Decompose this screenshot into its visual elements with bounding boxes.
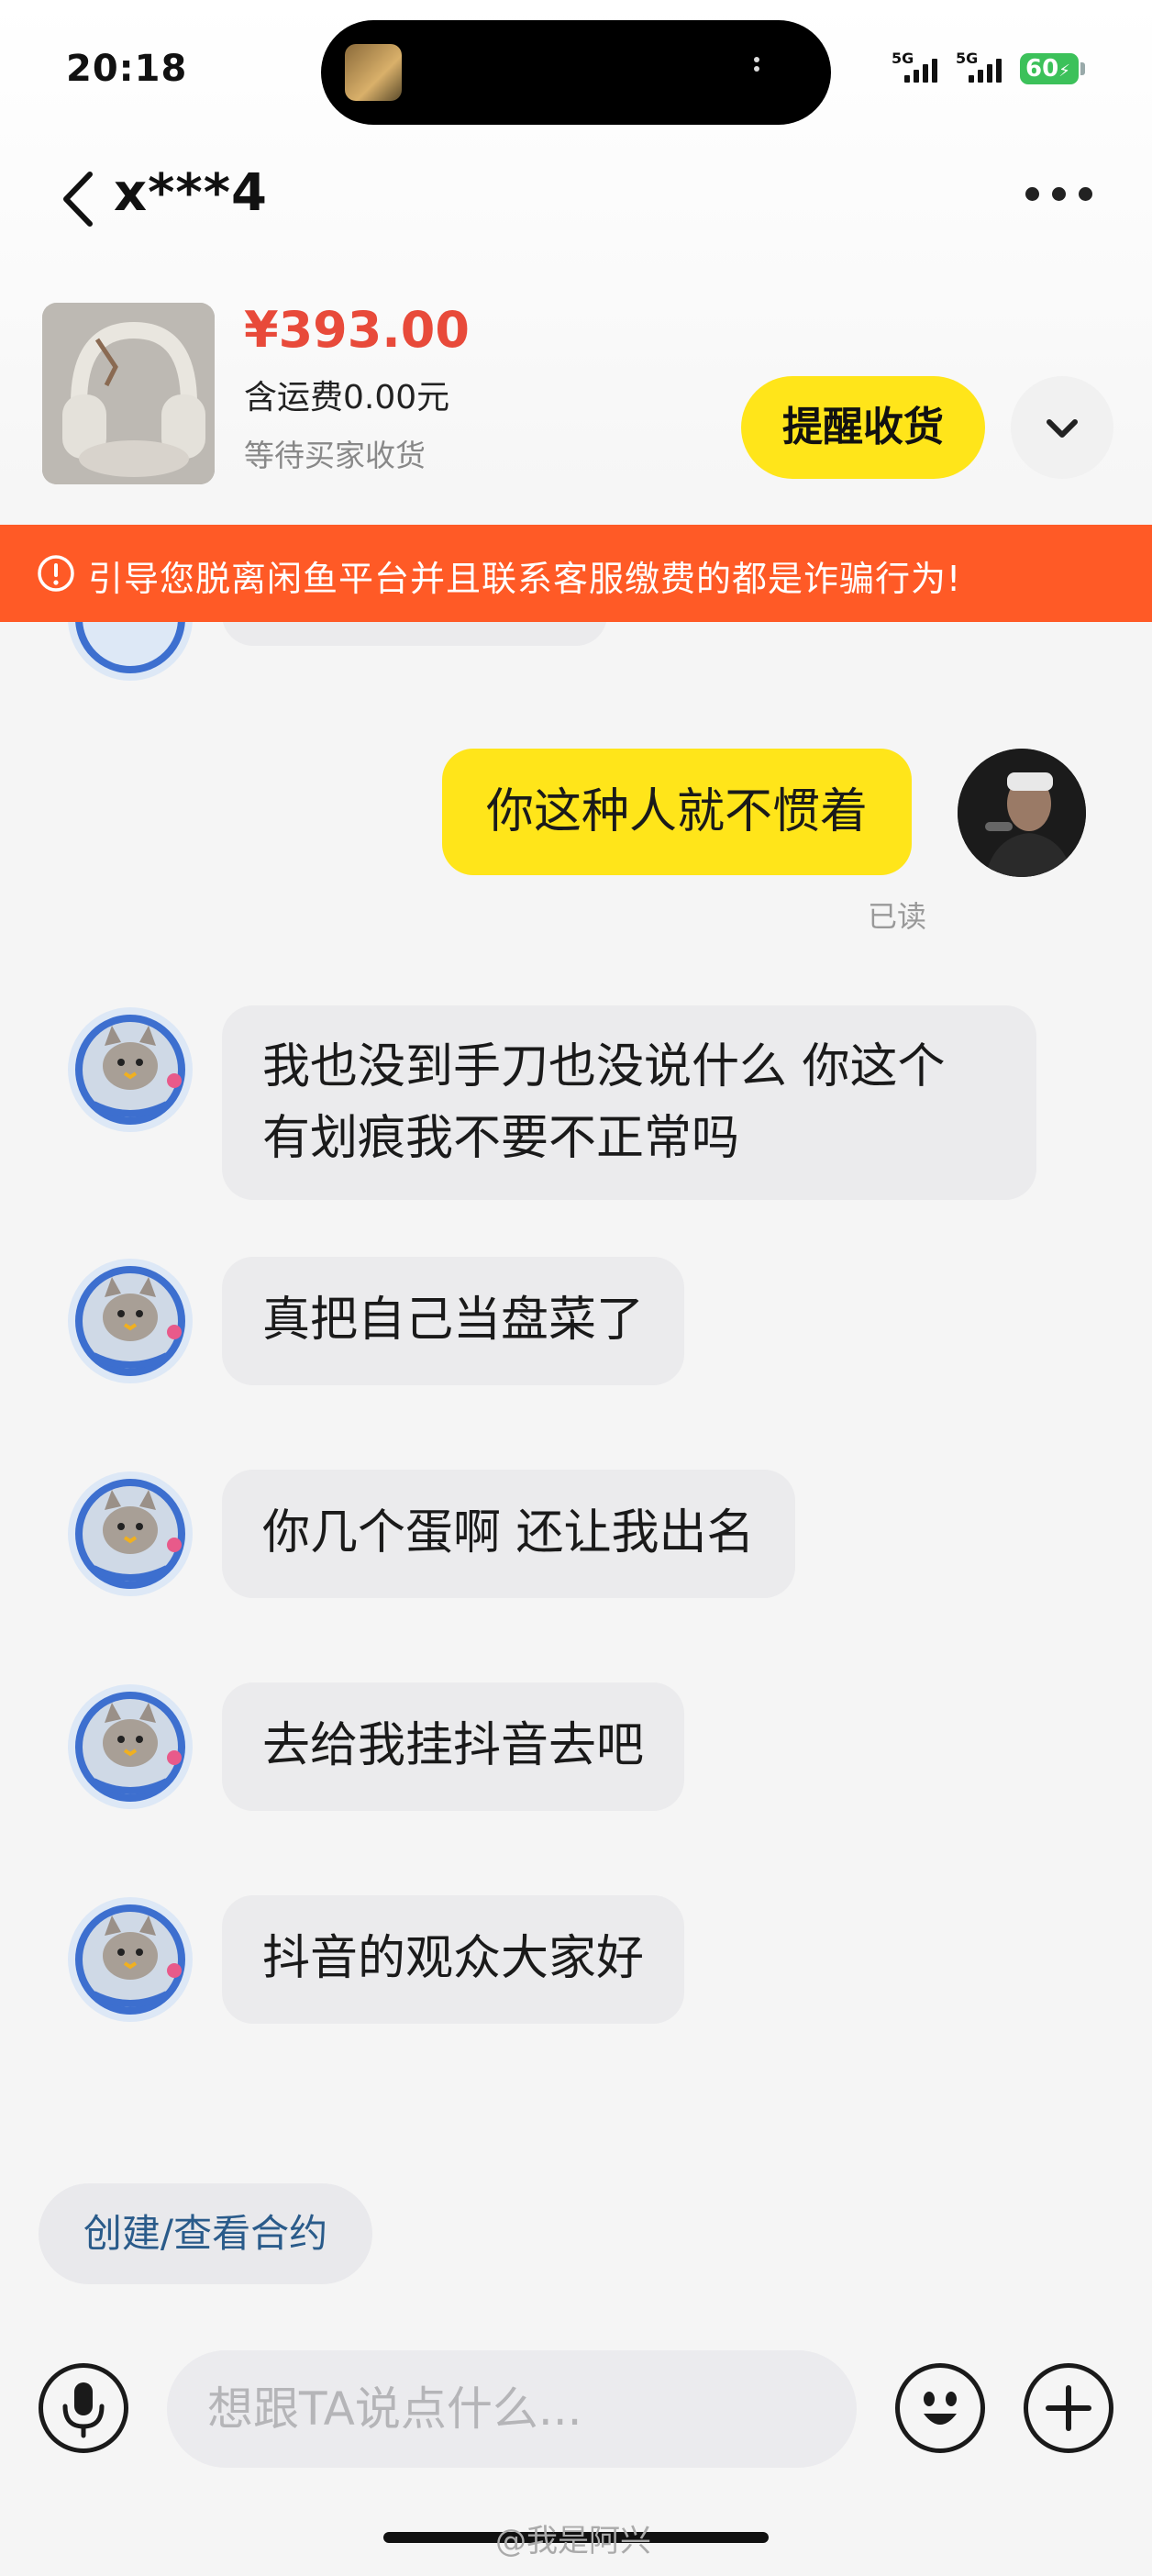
message-input[interactable] (167, 2350, 857, 2468)
message-bubble-in[interactable]: 真把自己当盘菜了 (222, 1257, 685, 1385)
warning-text: 引导您脱离闲鱼平台并且联系客服缴费的都是诈骗行为! (88, 559, 962, 599)
read-status: 已读 (868, 899, 927, 934)
expand-button[interactable] (1011, 376, 1113, 479)
shipping-fee: 含运费0.00元 (244, 379, 450, 416)
chevron-left-icon[interactable] (53, 167, 108, 231)
order-status: 等待买家收货 (244, 438, 426, 473)
more-dots-icon[interactable] (1025, 187, 1099, 215)
product-price: ¥393.00 (244, 301, 470, 359)
status-time: 20:18 (66, 48, 188, 90)
contract-button[interactable]: 创建/查看合约 (39, 2183, 372, 2284)
watermark: @我是阿兴 (495, 2523, 651, 2559)
media-thumbnail (345, 44, 402, 101)
message-bubble-in[interactable]: 我也没到手刀也没说什么 你这个 有划痕我不要不正常吗 (222, 1005, 1036, 1200)
contact-avatar[interactable] (66, 622, 194, 683)
battery-level: 60 (1025, 55, 1059, 83)
battery-tip (1080, 62, 1085, 75)
fraud-warning-banner: 引导您脱离闲鱼平台并且联系客服缴费的都是诈骗行为! (0, 525, 1152, 622)
message-bubble-in[interactable]: 你几个蛋啊 还让我出名 (222, 1470, 795, 1598)
dynamic-island (321, 20, 831, 125)
message-bubble-out[interactable]: 你这种人就不惯着 (442, 749, 913, 875)
partial-message-bubble (222, 622, 607, 646)
remind-receipt-button[interactable]: 提醒收货 (741, 376, 985, 479)
microphone-icon[interactable] (39, 2363, 128, 2453)
product-thumbnail[interactable] (42, 303, 215, 484)
contact-avatar[interactable] (66, 1005, 194, 1134)
product-card[interactable]: ¥393.00 含运费0.00元 等待买家收货 提醒收货 (0, 294, 1152, 523)
status-bar: 20:18 5G 5G 60⚡ (0, 0, 1152, 138)
user-avatar[interactable] (958, 749, 1086, 877)
battery-indicator: 60⚡ (1020, 53, 1079, 84)
chevron-down-icon (1047, 419, 1078, 438)
contact-avatar[interactable] (66, 1257, 194, 1385)
message-list[interactable]: 你这种人就不惯着 已读 我也没到手刀也没说什么 你这个 有划痕我不要不正常吗 真… (0, 622, 1152, 2053)
alert-circle-icon (38, 555, 74, 592)
emoji-icon[interactable] (895, 2363, 985, 2453)
audio-indicator-icon (752, 53, 761, 90)
chat-screen: 20:18 5G 5G 60⚡ x***4 ¥393.00 含运费0.00元 等… (0, 0, 1152, 2576)
signal-2: 5G (956, 50, 1011, 86)
chat-header: x***4 (0, 147, 1152, 248)
contact-avatar[interactable] (66, 1895, 194, 2024)
contact-avatar[interactable] (66, 1470, 194, 1598)
plus-icon[interactable] (1024, 2363, 1113, 2453)
chat-title: x***4 (114, 163, 268, 223)
signal-bars-icon (904, 55, 937, 83)
message-bubble-in[interactable]: 去给我挂抖音去吧 (222, 1682, 685, 1811)
contact-avatar[interactable] (66, 1682, 194, 1811)
signal-bars-icon (969, 55, 1002, 83)
input-bar (0, 2330, 1152, 2488)
message-bubble-in[interactable]: 抖音的观众大家好 (222, 1895, 685, 2024)
signal-1: 5G (892, 50, 947, 86)
message-line: 有划痕我不要不正常吗 (262, 1111, 740, 1166)
message-line: 我也没到手刀也没说什么 你这个 (262, 1039, 946, 1094)
